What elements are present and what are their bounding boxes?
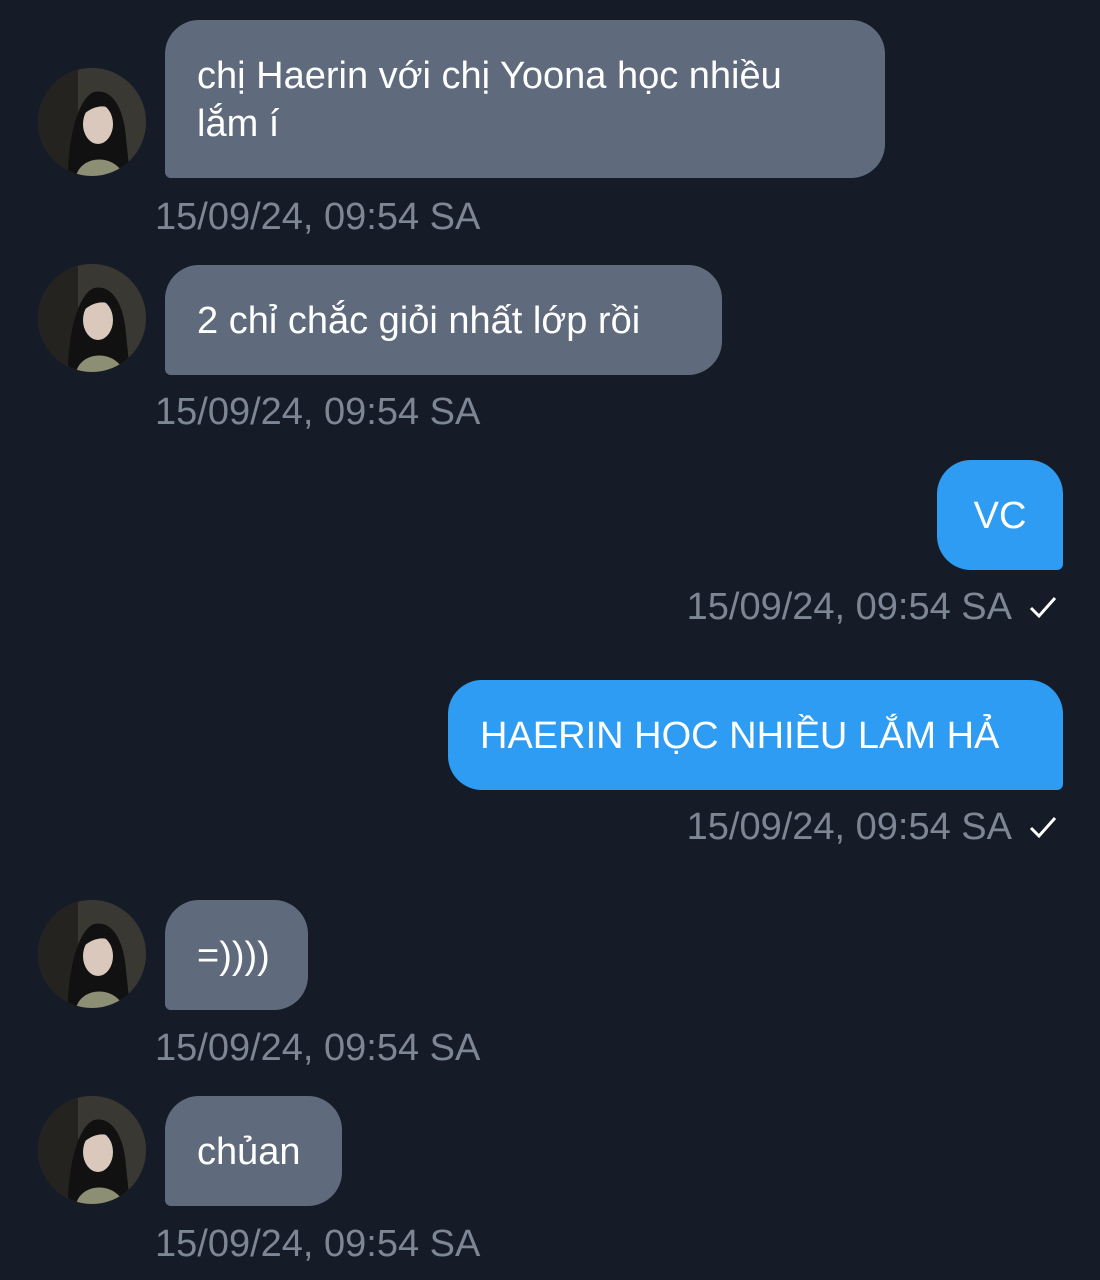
message-bubble[interactable]: 2 chỉ chắc giỏi nhất lớp rồi (165, 265, 722, 375)
contact-avatar[interactable] (38, 900, 146, 1008)
contact-avatar[interactable] (38, 68, 146, 176)
message-timestamp: 15/09/24, 09:54 SA (155, 1027, 481, 1069)
message-timestamp: 15/09/24, 09:54 SA (155, 196, 481, 238)
message-bubble[interactable]: HAERIN HỌC NHIỀU LẮM HẢ (448, 680, 1063, 790)
message-bubble[interactable]: VC (937, 460, 1063, 570)
message-text: =)))) (197, 935, 270, 977)
message-text: HAERIN HỌC NHIỀU LẮM HẢ (480, 715, 1000, 757)
message-text: chủan (197, 1131, 301, 1173)
message-text: 2 chỉ chắc giỏi nhất lớp rồi (197, 300, 641, 342)
check-icon (1026, 810, 1060, 844)
contact-avatar[interactable] (38, 1096, 146, 1204)
message-timestamp: 15/09/24, 09:54 SA (155, 391, 481, 433)
message-meta: 15/09/24, 09:54 SA (687, 805, 1060, 849)
check-icon (1026, 590, 1060, 624)
message-bubble[interactable]: chị Haerin với chị Yoona học nhiều lắm í (165, 20, 885, 178)
message-text: VC (973, 495, 1027, 537)
chat-thread: chị Haerin với chị Yoona học nhiều lắm í… (0, 0, 1100, 1280)
message-timestamp: 15/09/24, 09:54 SA (686, 586, 1012, 628)
contact-avatar[interactable] (38, 264, 146, 372)
message-timestamp: 15/09/24, 09:54 SA (686, 806, 1012, 848)
message-text: chị Haerin với chị Yoona học nhiều lắm í (197, 55, 782, 145)
message-bubble[interactable]: =)))) (165, 900, 308, 1010)
message-bubble[interactable]: chủan (165, 1096, 342, 1206)
message-meta: 15/09/24, 09:54 SA (687, 585, 1060, 629)
message-timestamp: 15/09/24, 09:54 SA (155, 1223, 481, 1265)
